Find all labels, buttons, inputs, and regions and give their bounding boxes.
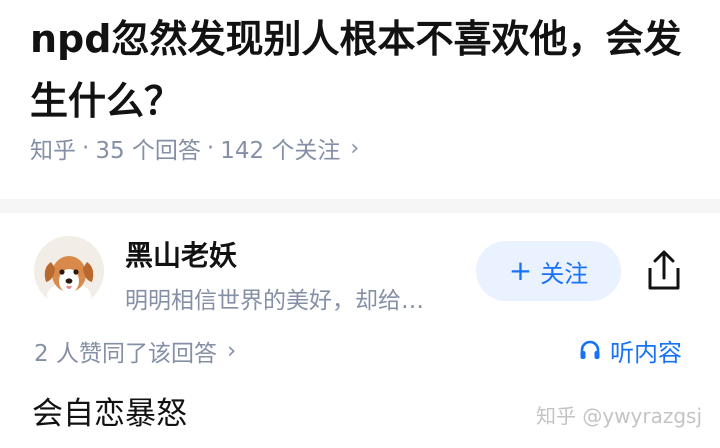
listen-button[interactable]: 听内容 [578, 332, 682, 368]
upvote-text: 2 人赞同了该回答 [34, 341, 217, 367]
answer-text: 会自恋暴怒 [32, 396, 187, 432]
follow-button-label: 关注 [540, 259, 589, 288]
watermark: 知乎 @ywyrazgsj [536, 404, 703, 428]
question-meta[interactable]: 知乎 · 35 个回答 · 142 个关注 › [30, 131, 359, 165]
author-bio: 明明相信世界的美好，却给… [125, 288, 424, 314]
dog-avatar-icon [34, 236, 104, 306]
chevron-right-icon: › [350, 135, 360, 161]
meta-follower-count: 142 个关注 [220, 138, 341, 164]
avatar[interactable] [34, 236, 104, 306]
meta-answer-count: 35 个回答 [95, 138, 201, 164]
listen-button-label: 听内容 [610, 338, 682, 367]
follow-button[interactable]: + 关注 [476, 241, 621, 301]
author-name[interactable]: 黑山老妖 [125, 234, 237, 274]
plus-icon: + [508, 254, 533, 287]
meta-separator: · [82, 135, 90, 161]
meta-separator: · [206, 135, 215, 161]
upvote-summary[interactable]: 2 人赞同了该回答 › [34, 334, 236, 368]
meta-source: 知乎 [30, 138, 76, 164]
section-divider [0, 199, 720, 213]
question-title[interactable]: npd忽然发现别人根本不喜欢他，会发生什么？ [30, 8, 690, 132]
headphones-icon [580, 340, 600, 359]
chevron-right-icon: › [226, 338, 237, 364]
share-icon [648, 250, 680, 290]
share-button[interactable] [642, 248, 686, 294]
